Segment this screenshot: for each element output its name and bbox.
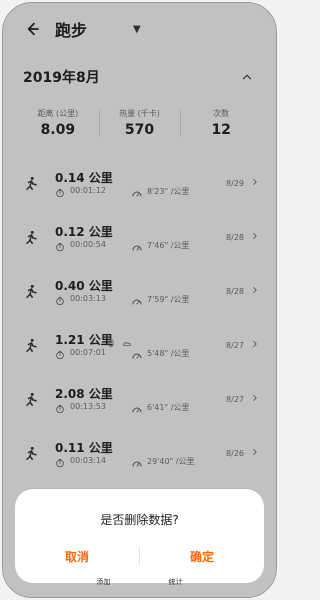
cancel-button[interactable]: 取消 [15,548,139,565]
screen: 跑步 ▼ 2019年8月 距离 (公里) 8.09 热量 (千卡) 570 次数… [3,3,276,597]
dialog-message: 是否删除数据? [100,513,179,527]
delete-confirm-dialog: 是否删除数据? 取消 确定 [15,489,264,583]
phone-frame: 跑步 ▼ 2019年8月 距离 (公里) 8.09 热量 (千卡) 570 次数… [2,2,277,598]
dialog-actions: 取消 确定 [15,545,264,567]
bottom-nav: 添加 统计 [3,577,276,591]
add-tab[interactable]: 添加 [97,577,111,591]
confirm-button[interactable]: 确定 [140,548,264,565]
stats-tab[interactable]: 统计 [169,577,183,591]
